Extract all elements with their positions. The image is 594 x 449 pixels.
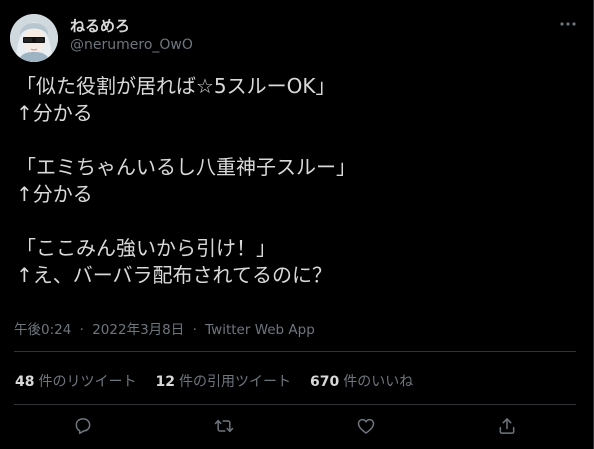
- tweet-meta: 午後0:24 · 2022年3月8日 · Twitter Web App: [14, 318, 315, 338]
- quote-count: 12: [155, 374, 175, 390]
- like-label: 件のいいね: [343, 374, 414, 390]
- tweet-line: 「ここみん強いから引け！」: [16, 236, 276, 260]
- divider: [14, 351, 576, 352]
- tweet-text: 「似た役割が居れば☆5スルーOK」 ↑分かる 「エミちゃんいるし八重神子スルー」…: [16, 73, 576, 289]
- retweet-count: 48: [15, 374, 35, 390]
- share-button[interactable]: [495, 416, 519, 440]
- retweet-label: 件のリツイート: [38, 374, 137, 390]
- more-button[interactable]: [557, 15, 579, 37]
- meta-separator: ·: [79, 322, 84, 338]
- tweet-date[interactable]: 2022年3月8日: [92, 322, 184, 338]
- avatar[interactable]: [10, 14, 58, 62]
- like-button[interactable]: [354, 416, 378, 440]
- retweet-stat[interactable]: 48 件のリツイート: [15, 371, 136, 391]
- like-count: 670: [309, 374, 340, 390]
- like-icon: [356, 416, 376, 440]
- display-name[interactable]: ねるめろ: [70, 15, 130, 36]
- quote-label: 件の引用ツイート: [178, 374, 291, 390]
- quote-stat[interactable]: 12 件の引用ツイート: [155, 371, 290, 391]
- tweet-stats: 48 件のリツイート 12 件の引用ツイート 670 件のいいね: [15, 371, 432, 391]
- action-bar: [0, 416, 594, 440]
- tweet-time[interactable]: 午後0:24: [14, 322, 71, 338]
- retweet-icon: [214, 416, 234, 440]
- divider: [14, 404, 576, 405]
- tweet-line: 「エミちゃんいるし八重神子スルー」: [16, 155, 356, 179]
- user-handle[interactable]: @nerumero_OwO: [70, 37, 193, 53]
- reply-icon: [73, 416, 93, 440]
- tweet-card: ねるめろ @nerumero_OwO 「似た役割が居れば☆5スルーOK」 ↑分か…: [0, 0, 594, 449]
- tweet-line: ↑分かる: [16, 101, 93, 125]
- tweet-source[interactable]: Twitter Web App: [205, 322, 315, 338]
- reply-button[interactable]: [71, 416, 95, 440]
- share-icon: [497, 416, 517, 440]
- meta-separator: ·: [192, 322, 197, 338]
- more-icon: [559, 15, 577, 37]
- like-stat[interactable]: 670 件のいいね: [310, 371, 413, 391]
- tweet-line: 「似た役割が居れば☆5スルーOK」: [16, 74, 336, 98]
- retweet-button[interactable]: [212, 416, 236, 440]
- tweet-line: ↑え、バーバラ配布されてるのに？: [16, 263, 332, 287]
- tweet-line: ↑分かる: [16, 182, 93, 206]
